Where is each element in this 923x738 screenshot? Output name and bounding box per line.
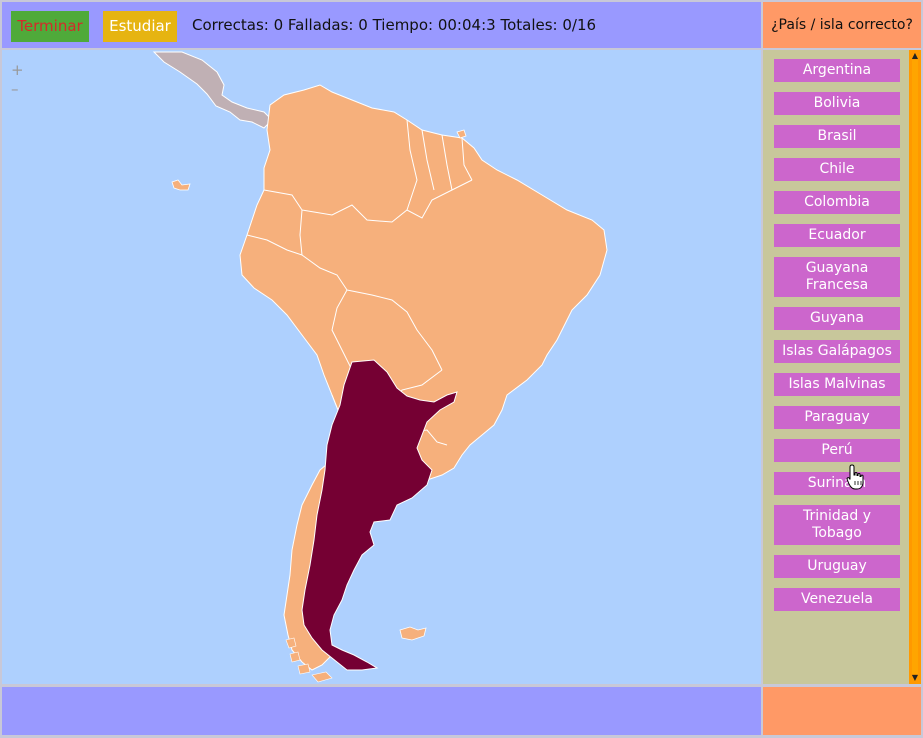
country-button-chile[interactable]: Chile	[774, 158, 900, 181]
totals-value: 0/16	[562, 16, 597, 34]
country-button-colombia[interactable]: Colombia	[774, 191, 900, 214]
zoom-out-button[interactable]: –	[11, 81, 19, 97]
correct-label: Correctas:	[192, 16, 269, 34]
country-button-bolivia[interactable]: Bolivia	[774, 92, 900, 115]
bottom-right-panel	[763, 687, 921, 735]
correct-value: 0	[273, 16, 284, 34]
country-button-surinam[interactable]: Surinam	[774, 472, 900, 495]
terminar-button[interactable]: Terminar	[11, 11, 89, 42]
country-button-argentina[interactable]: Argentina	[774, 59, 900, 82]
scroll-down-arrow-icon[interactable]: ▼	[909, 672, 921, 684]
country-button-islas-malvinas[interactable]: Islas Malvinas	[774, 373, 900, 396]
score-stats: Correctas: 0 Falladas: 0 Tiempo: 00:04:3…	[192, 16, 596, 34]
question-prompt: ¿País / isla correcto?	[763, 2, 921, 48]
south-america-map[interactable]	[2, 50, 761, 684]
country-button-venezuela[interactable]: Venezuela	[774, 588, 900, 611]
country-button-trinidad-y-tobago[interactable]: Trinidad y Tobago	[774, 505, 900, 545]
country-button-islas-galapagos[interactable]: Islas Galápagos	[774, 340, 900, 363]
time-value: 00:04:3	[437, 16, 496, 34]
failed-label: Falladas:	[287, 16, 354, 34]
zoom-in-button[interactable]: +	[11, 62, 24, 78]
country-list: Argentina Bolivia Brasil Chile Colombia …	[774, 59, 900, 621]
country-button-brasil[interactable]: Brasil	[774, 125, 900, 148]
estudiar-button[interactable]: Estudiar	[103, 11, 177, 42]
scroll-thumb[interactable]	[912, 60, 918, 674]
country-button-ecuador[interactable]: Ecuador	[774, 224, 900, 247]
sidebar-scrollbar[interactable]: ▲ ▼	[909, 50, 921, 684]
argentina-region[interactable]	[301, 359, 458, 671]
galapagos-islands[interactable]	[171, 179, 191, 191]
trinidad-island[interactable]	[456, 129, 467, 139]
country-button-guayana-francesa[interactable]: Guayana Francesa	[774, 257, 900, 297]
top-toolbar: Terminar Estudiar Correctas: 0 Falladas:…	[2, 2, 761, 48]
country-button-peru[interactable]: Perú	[774, 439, 900, 462]
central-america-region	[152, 51, 273, 129]
country-sidebar: Argentina Bolivia Brasil Chile Colombia …	[763, 50, 921, 684]
malvinas-islands[interactable]	[399, 626, 427, 641]
country-button-paraguay[interactable]: Paraguay	[774, 406, 900, 429]
map-area[interactable]: + –	[2, 50, 761, 684]
failed-value: 0	[358, 16, 368, 34]
time-label: Tiempo:	[372, 16, 434, 34]
bottom-bar	[2, 687, 761, 735]
hand-pointer-icon	[846, 464, 864, 490]
country-button-guyana[interactable]: Guyana	[774, 307, 900, 330]
country-button-uruguay[interactable]: Uruguay	[774, 555, 900, 578]
totals-label: Totales:	[500, 16, 558, 34]
south-america-landmass[interactable]	[239, 84, 608, 671]
